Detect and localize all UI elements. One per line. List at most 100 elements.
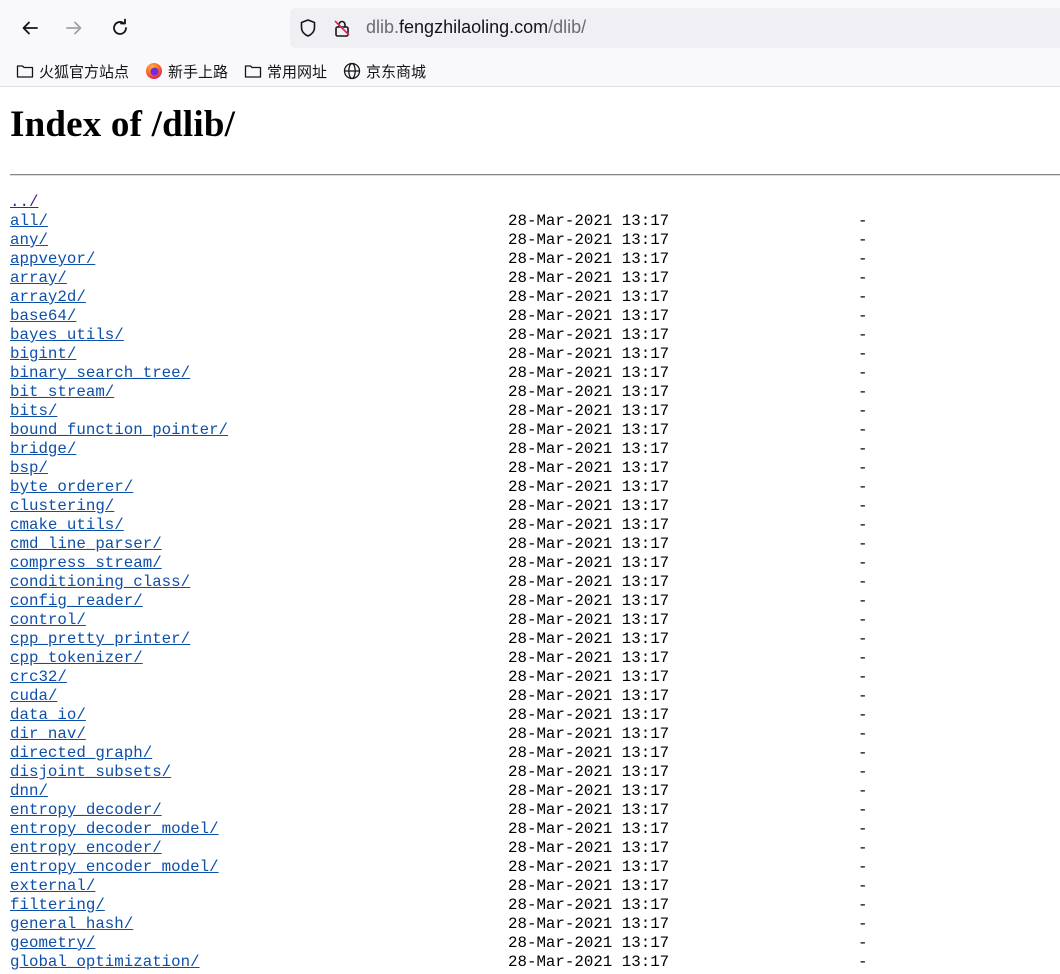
directory-link[interactable]: cmake_utils/ <box>10 516 124 534</box>
directory-link[interactable]: data_io/ <box>10 706 86 724</box>
insecure-lock-icon[interactable] <box>332 18 352 38</box>
file-size: - <box>858 820 868 838</box>
directory-link[interactable]: entropy_decoder_model/ <box>10 820 219 838</box>
directory-link[interactable]: filtering/ <box>10 896 105 914</box>
directory-link[interactable]: cuda/ <box>10 687 57 705</box>
modified-date: 28-Mar-2021 13:17 <box>508 611 670 629</box>
directory-link[interactable]: cpp_pretty_printer/ <box>10 630 190 648</box>
directory-link[interactable]: array2d/ <box>10 288 86 306</box>
modified-date: 28-Mar-2021 13:17 <box>508 535 670 553</box>
directory-link[interactable]: bound_function_pointer/ <box>10 421 228 439</box>
directory-link[interactable]: bsp/ <box>10 459 48 477</box>
back-button[interactable] <box>14 12 46 44</box>
list-item: entropy_decoder/28-Mar-2021 13:17 - <box>10 801 1050 820</box>
url-text[interactable]: dlib.fengzhilaoling.com/dlib/ <box>366 17 586 38</box>
modified-date: 28-Mar-2021 13:17 <box>508 459 670 477</box>
directory-link[interactable]: entropy_encoder_model/ <box>10 858 219 876</box>
directory-link[interactable]: any/ <box>10 231 48 249</box>
directory-link[interactable]: compress_stream/ <box>10 554 162 572</box>
reload-button[interactable] <box>104 12 136 44</box>
modified-date: 28-Mar-2021 13:17 <box>508 269 670 287</box>
modified-date: 28-Mar-2021 13:17 <box>508 782 670 800</box>
modified-date: 28-Mar-2021 13:17 <box>508 231 670 249</box>
directory-link[interactable]: geometry/ <box>10 934 95 952</box>
directory-link[interactable]: dnn/ <box>10 782 48 800</box>
directory-listing: ../all/28-Mar-2021 13:17- any/28-Mar-2021… <box>10 193 1050 972</box>
directory-link[interactable]: bigint/ <box>10 345 76 363</box>
directory-link[interactable]: dir_nav/ <box>10 725 86 743</box>
list-item: cpp_pretty_printer/28-Mar-2021 13:17 - <box>10 630 1050 649</box>
modified-date: 28-Mar-2021 13:17 <box>508 668 670 686</box>
parent-directory-link[interactable]: ../ <box>10 193 38 211</box>
directory-link[interactable]: entropy_encoder/ <box>10 839 162 857</box>
modified-date: 28-Mar-2021 13:17 <box>508 934 670 952</box>
modified-date: 28-Mar-2021 13:17 <box>508 915 670 933</box>
modified-date: 28-Mar-2021 13:17 <box>508 402 670 420</box>
list-item: bsp/28-Mar-2021 13:17 - <box>10 459 1050 478</box>
directory-link[interactable]: conditioning_class/ <box>10 573 190 591</box>
modified-date: 28-Mar-2021 13:17 <box>508 839 670 857</box>
directory-link[interactable]: byte_orderer/ <box>10 478 133 496</box>
url-host-prefix: dlib. <box>366 17 400 37</box>
modified-date: 28-Mar-2021 13:17 <box>508 763 670 781</box>
bookmark-item[interactable]: 新手上路 <box>145 61 228 82</box>
directory-link[interactable]: bridge/ <box>10 440 76 458</box>
list-item: disjoint_subsets/28-Mar-2021 13:17 - <box>10 763 1050 782</box>
modified-date: 28-Mar-2021 13:17 <box>508 592 670 610</box>
directory-link[interactable]: control/ <box>10 611 86 629</box>
directory-link[interactable]: array/ <box>10 269 67 287</box>
list-item: byte_orderer/28-Mar-2021 13:17 - <box>10 478 1050 497</box>
list-item: entropy_encoder/28-Mar-2021 13:17 - <box>10 839 1050 858</box>
list-item: all/28-Mar-2021 13:17 - <box>10 212 1050 231</box>
directory-link[interactable]: external/ <box>10 877 95 895</box>
bookmark-label: 新手上路 <box>168 63 229 81</box>
address-bar[interactable]: dlib.fengzhilaoling.com/dlib/ <box>290 8 1060 48</box>
file-size: - <box>858 307 868 325</box>
bookmark-item[interactable]: 京东商城 <box>343 61 426 82</box>
bookmark-item[interactable]: 火狐官方站点 <box>16 61 129 82</box>
directory-link[interactable]: bit_stream/ <box>10 383 114 401</box>
directory-link[interactable]: entropy_decoder/ <box>10 801 162 819</box>
file-size: - <box>858 953 868 971</box>
file-size: - <box>858 288 868 306</box>
bookmark-item[interactable]: 常用网址 <box>244 61 327 82</box>
modified-date: 28-Mar-2021 13:17 <box>508 630 670 648</box>
list-item: external/28-Mar-2021 13:17 - <box>10 877 1050 896</box>
list-item: clustering/28-Mar-2021 13:17 - <box>10 497 1050 516</box>
file-size: - <box>858 212 868 230</box>
modified-date: 28-Mar-2021 13:17 <box>508 687 670 705</box>
list-item: base64/28-Mar-2021 13:17 - <box>10 307 1050 326</box>
file-size: - <box>858 744 868 762</box>
directory-link[interactable]: bayes_utils/ <box>10 326 124 344</box>
directory-link[interactable]: global_optimization/ <box>10 953 200 971</box>
directory-link[interactable]: binary_search_tree/ <box>10 364 190 382</box>
directory-link[interactable]: appveyor/ <box>10 250 95 268</box>
directory-link[interactable]: bits/ <box>10 402 57 420</box>
file-size: - <box>858 649 868 667</box>
directory-link[interactable]: cmd_line_parser/ <box>10 535 162 553</box>
file-size: - <box>858 573 868 591</box>
directory-link[interactable]: base64/ <box>10 307 76 325</box>
forward-button[interactable] <box>58 12 90 44</box>
list-item: array2d/28-Mar-2021 13:17 - <box>10 288 1050 307</box>
modified-date: 28-Mar-2021 13:17 <box>508 421 670 439</box>
directory-link[interactable]: directed_graph/ <box>10 744 152 762</box>
directory-link[interactable]: cpp_tokenizer/ <box>10 649 143 667</box>
list-item: cmake_utils/28-Mar-2021 13:17 - <box>10 516 1050 535</box>
list-item: control/28-Mar-2021 13:17 - <box>10 611 1050 630</box>
file-size: - <box>858 706 868 724</box>
divider <box>10 174 1060 176</box>
modified-date: 28-Mar-2021 13:17 <box>508 497 670 515</box>
directory-link[interactable]: config_reader/ <box>10 592 143 610</box>
list-item: cuda/28-Mar-2021 13:17 - <box>10 687 1050 706</box>
modified-date: 28-Mar-2021 13:17 <box>508 554 670 572</box>
list-item: bigint/28-Mar-2021 13:17 - <box>10 345 1050 364</box>
directory-link[interactable]: clustering/ <box>10 497 114 515</box>
directory-link[interactable]: general_hash/ <box>10 915 133 933</box>
file-size: - <box>858 364 868 382</box>
directory-link[interactable]: crc32/ <box>10 668 67 686</box>
shield-icon[interactable] <box>298 18 318 38</box>
modified-date: 28-Mar-2021 13:17 <box>508 250 670 268</box>
directory-link[interactable]: disjoint_subsets/ <box>10 763 171 781</box>
directory-link[interactable]: all/ <box>10 212 48 230</box>
